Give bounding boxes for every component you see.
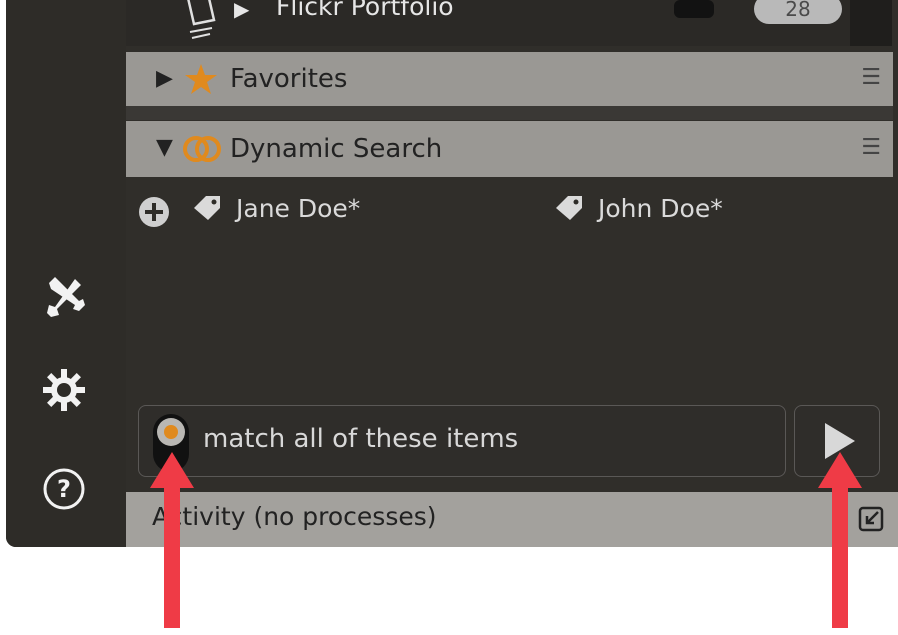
- help-icon[interactable]: ?: [36, 461, 92, 517]
- tag-icon: [554, 194, 584, 226]
- favorites-title: Favorites: [230, 64, 348, 94]
- expanded-arrow-icon[interactable]: ▼: [156, 135, 173, 160]
- favorites-header[interactable]: ▶ Favorites ☰: [126, 52, 893, 106]
- portfolio-row[interactable]: ▶ Flickr Portfolio 28: [126, 0, 866, 46]
- menu-icon[interactable]: ☰: [861, 135, 881, 160]
- match-mode-field[interactable]: match all of these items: [138, 405, 786, 477]
- count-badge: 28: [754, 0, 842, 24]
- tag-list: Jane Doe* John Doe*: [126, 178, 893, 238]
- activity-label: Activity (no processes): [152, 502, 437, 531]
- gear-icon[interactable]: [36, 362, 92, 418]
- activity-bar[interactable]: Activity (no processes): [126, 492, 898, 547]
- annotation-arrow-icon: [150, 452, 194, 628]
- toggle-knob: [157, 418, 185, 446]
- expand-arrow-icon[interactable]: ▶: [234, 0, 249, 21]
- tools-icon[interactable]: [36, 268, 92, 324]
- collapse-arrow-icon[interactable]: ▶: [156, 66, 173, 91]
- tag-icon: [192, 194, 222, 226]
- dynamic-search-title: Dynamic Search: [230, 134, 443, 164]
- left-rail: ?: [6, 0, 126, 547]
- add-icon[interactable]: [138, 196, 170, 232]
- tag-label: John Doe*: [598, 194, 723, 223]
- tag-item[interactable]: Jane Doe*: [192, 194, 360, 226]
- svg-text:?: ?: [57, 475, 71, 503]
- app-window: ? ▶ Flickr Portfolio 28 ▶ Favorites ☰ ▼ …: [6, 0, 898, 547]
- match-mode-label: match all of these items: [203, 424, 519, 454]
- tag-label: Jane Doe*: [236, 194, 361, 223]
- tag-item[interactable]: John Doe*: [554, 194, 723, 226]
- star-icon: [184, 62, 218, 103]
- status-indicator: [674, 0, 714, 18]
- linked-rings-icon: [182, 133, 222, 172]
- annotation-arrow-icon: [818, 452, 862, 628]
- main-panel: ▶ Flickr Portfolio 28 ▶ Favorites ☰ ▼ Dy…: [126, 0, 898, 547]
- divider: [126, 106, 893, 120]
- portfolio-label: Flickr Portfolio: [276, 0, 454, 21]
- portfolio-icon: [184, 0, 220, 44]
- scrollbar[interactable]: [850, 0, 892, 46]
- dynamic-search-header[interactable]: ▼ Dynamic Search ☰: [126, 121, 893, 177]
- menu-icon[interactable]: ☰: [861, 65, 881, 90]
